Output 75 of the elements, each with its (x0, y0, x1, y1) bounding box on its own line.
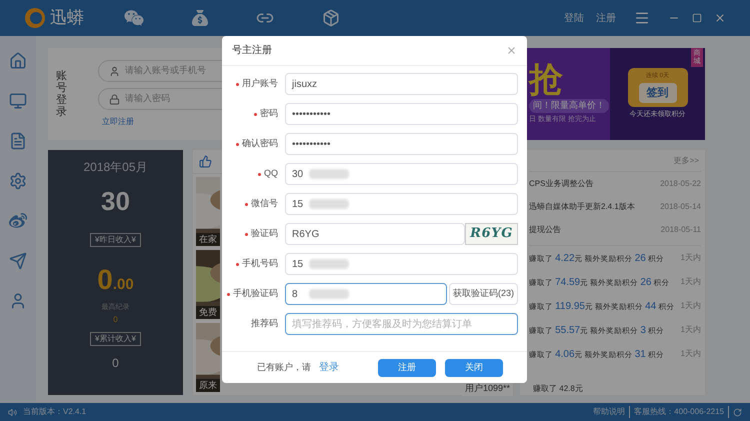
yesterday-income-label: ¥昨日收入¥ (90, 233, 141, 247)
menu-icon[interactable] (634, 10, 650, 26)
top-link[interactable]: 注册 (596, 10, 616, 26)
help-link[interactable]: 帮助说明 (593, 406, 630, 418)
sign-in-button[interactable]: 签到 (638, 82, 676, 103)
package-icon[interactable] (322, 9, 340, 27)
input-field[interactable]: ••••••••••• (285, 133, 518, 155)
earning-time: 1天内 (680, 276, 701, 288)
refresh-icon[interactable] (733, 408, 742, 416)
home-icon[interactable] (9, 52, 27, 70)
month-text: 2018年05月 (83, 159, 148, 176)
dialog-button[interactable]: 注册 (378, 358, 436, 376)
document-icon[interactable] (9, 132, 27, 150)
earning-time: 1天内 (680, 300, 701, 312)
hotline-text: 客服热线：400-006-2215 (630, 406, 729, 418)
user-icon[interactable] (9, 292, 27, 310)
weibo-icon[interactable] (9, 212, 27, 230)
day-number: 30 (101, 185, 130, 218)
article-card[interactable]: 原来 (196, 323, 220, 392)
input-field[interactable]: 15 (285, 193, 518, 215)
field-label: QQ (264, 167, 278, 180)
yesterday-income: 0.00 (97, 263, 134, 297)
top-link[interactable]: 登陆 (564, 10, 584, 26)
monitor-icon[interactable] (9, 92, 27, 110)
field-label: 手机号码 (242, 257, 278, 270)
money-bag-icon[interactable] (192, 10, 208, 26)
lock-icon (109, 94, 120, 104)
input-field[interactable]: R6YG (285, 223, 466, 245)
earning-time: 1天内 (680, 324, 701, 336)
captcha-image[interactable]: R6YG (465, 223, 518, 245)
close-icon[interactable] (506, 45, 517, 56)
get-code-button[interactable]: 获取验证码(23) (448, 283, 518, 305)
speaker-icon (8, 408, 17, 416)
news-date: 2018-05-22 (660, 178, 701, 190)
banner-headline: 抢 (529, 63, 564, 97)
version-text: 当前版本：V2.4.1 (23, 406, 86, 418)
news-date: 2018-05-14 (660, 200, 701, 212)
input-field[interactable]: jisuxz (285, 73, 518, 95)
wechat-icon[interactable] (124, 8, 144, 28)
field-label: 密码 (260, 107, 278, 120)
earning-time: 1天内 (680, 252, 701, 264)
input-field[interactable]: 30 (285, 163, 518, 185)
login-title: 账号登录 (56, 70, 68, 118)
news-title[interactable]: 提现公告 (529, 224, 561, 236)
total-income-label: ¥累计收入¥ (90, 332, 141, 346)
input-field[interactable]: ••••••••••• (285, 103, 518, 125)
user-name: 用户1099** (462, 382, 514, 396)
total-income: 0 (112, 354, 119, 372)
logo-icon (24, 7, 46, 29)
footer-text: 已有账户，请 (257, 360, 311, 374)
field-label: 微信号 (251, 197, 278, 210)
news-date: 2018-05-11 (660, 224, 701, 236)
field-label: 手机验证码 (233, 287, 278, 300)
earning-time: 1天内 (680, 348, 701, 360)
input-field[interactable]: 15 (285, 253, 518, 275)
maximize-icon[interactable] (692, 13, 702, 23)
field-label: 确认密码 (242, 137, 278, 150)
login-link[interactable]: 登录 (319, 360, 339, 375)
news-title[interactable]: CPS业务调整公告 (529, 178, 594, 190)
news-title[interactable]: 迅蟒自媒体助手更新2.4.1版本 (529, 200, 635, 212)
thumbs-up-icon[interactable] (199, 155, 212, 168)
article-card[interactable]: 免费 (196, 250, 220, 319)
dialog-button[interactable]: 关闭 (445, 358, 503, 376)
earning-text: 赚取了 42.8元 (533, 382, 583, 395)
settings-icon[interactable] (9, 172, 27, 190)
close-icon[interactable] (714, 12, 726, 24)
banner-slogan: 间！限量高单价！ (529, 99, 609, 112)
field-label: 验证码 (251, 227, 278, 240)
send-icon[interactable] (9, 252, 27, 270)
dialog-title: 号主注册 (232, 44, 272, 58)
app-name: 迅蟒 (50, 7, 84, 30)
user-icon (109, 66, 120, 76)
record-value: 0 (113, 314, 118, 326)
article-card[interactable]: 在家 (196, 177, 220, 246)
field-label: 推荐码 (251, 317, 278, 330)
